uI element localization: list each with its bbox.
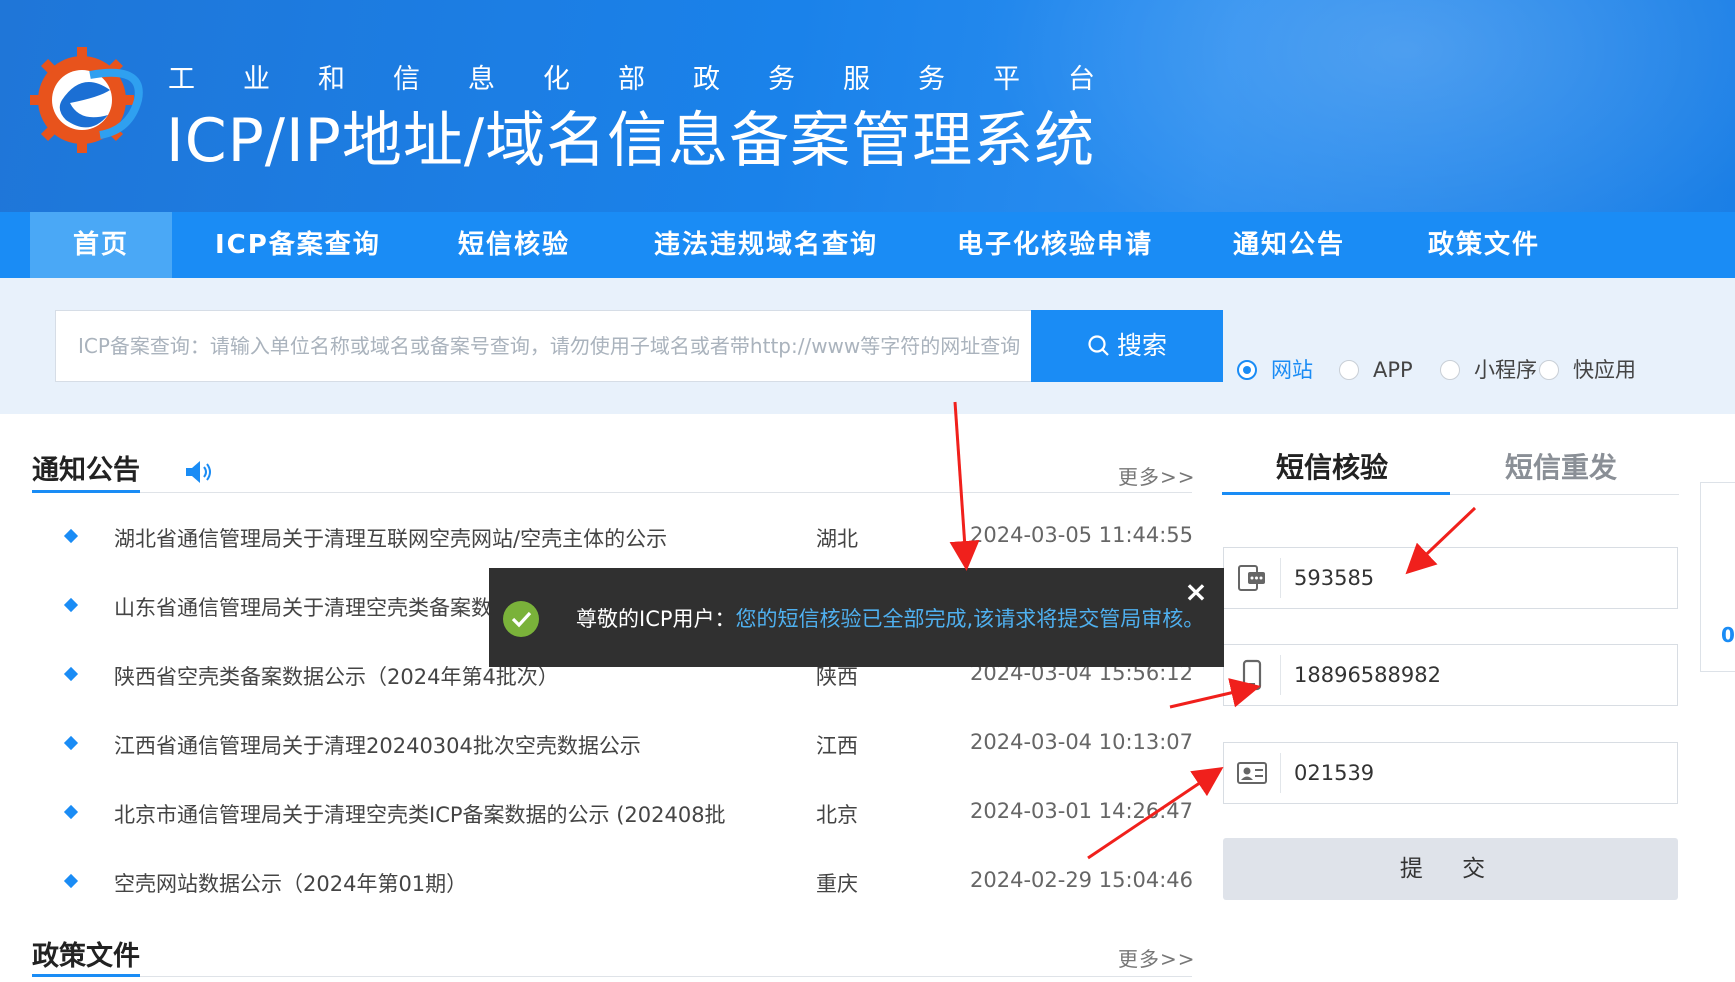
site-header: 工业和信息化部政务服务平台 ICP/IP地址/域名信息备案管理系统 bbox=[0, 0, 1735, 212]
nav-item-sms-verify[interactable]: 短信核验 bbox=[458, 212, 570, 278]
page-title: ICP/IP地址/域名信息备案管理系统 bbox=[166, 106, 1096, 176]
miit-logo-icon bbox=[30, 47, 143, 153]
notice-province: 江西 bbox=[816, 734, 858, 758]
notice-title[interactable]: 湖北省通信管理局关于清理互联网空壳网站/空壳主体的公示 bbox=[114, 523, 667, 553]
tab-sms-resend[interactable]: 短信重发 bbox=[1505, 446, 1617, 486]
nav-item-e-verify-apply[interactable]: 电子化核验申请 bbox=[957, 212, 1153, 278]
submit-button[interactable]: 提 交 bbox=[1223, 838, 1678, 900]
notices-title: 通知公告 bbox=[32, 455, 140, 486]
field-separator bbox=[1280, 753, 1281, 793]
nav-item-illegal-domain-query[interactable]: 违法违规域名查询 bbox=[654, 212, 878, 278]
diamond-bullet-icon bbox=[63, 873, 79, 889]
radio-mini-program[interactable]: 小程序 bbox=[1440, 356, 1537, 384]
search-button[interactable]: 搜索 bbox=[1031, 310, 1223, 382]
notice-province: 重庆 bbox=[816, 872, 858, 896]
notices-more-link[interactable]: 更多>> bbox=[1118, 461, 1196, 490]
mobile-phone-icon bbox=[1242, 659, 1262, 691]
notice-title[interactable]: 空壳网站数据公示（2024年第01期） bbox=[114, 868, 467, 898]
radio-label: APP bbox=[1373, 358, 1413, 382]
list-item[interactable]: 江西省通信管理局关于清理20240304批次空壳数据公示 江西 2024-03-… bbox=[60, 730, 1200, 770]
verification-code-value: 593585 bbox=[1294, 566, 1375, 590]
id-number-value: 021539 bbox=[1294, 761, 1375, 785]
search-icon bbox=[1088, 335, 1109, 356]
notice-province: 北京 bbox=[816, 803, 858, 827]
radio-unchecked-icon bbox=[1539, 360, 1559, 380]
tab-sms-verify[interactable]: 短信核验 bbox=[1276, 446, 1388, 486]
field-separator bbox=[1280, 655, 1281, 695]
toast-prefix: 尊敬的ICP用户： bbox=[576, 607, 736, 631]
notices-divider bbox=[32, 492, 1192, 493]
list-item[interactable]: 北京市通信管理局关于清理空壳类ICP备案数据的公示 (202408批 北京 20… bbox=[60, 799, 1200, 839]
search-button-label: 搜索 bbox=[1116, 331, 1167, 360]
notice-time: 2024-03-05 11:44:55 bbox=[970, 523, 1194, 547]
nav-item-policy[interactable]: 政策文件 bbox=[1428, 212, 1540, 278]
field-separator bbox=[1280, 558, 1281, 598]
id-number-field[interactable]: 021539 bbox=[1223, 742, 1678, 804]
success-toast: 尊敬的ICP用户：您的短信核验已全部完成,该请求将提交管局审核。 × bbox=[489, 568, 1224, 667]
notice-time: 2024-03-01 14:26:47 bbox=[970, 799, 1194, 823]
radio-website[interactable]: 网站 bbox=[1237, 356, 1313, 384]
side-floating-panel[interactable]: 0 bbox=[1700, 482, 1735, 672]
list-item[interactable]: 空壳网站数据公示（2024年第01期） 重庆 2024-02-29 15:04:… bbox=[60, 868, 1200, 908]
toast-message: 尊敬的ICP用户：您的短信核验已全部完成,该请求将提交管局审核。 bbox=[576, 568, 1204, 670]
policy-more-link[interactable]: 更多>> bbox=[1118, 943, 1196, 972]
radio-label: 小程序 bbox=[1474, 358, 1537, 382]
notice-title[interactable]: 江西省通信管理局关于清理20240304批次空壳数据公示 bbox=[114, 730, 641, 760]
radio-app[interactable]: APP bbox=[1339, 356, 1413, 384]
sms-active-tab-underline bbox=[1222, 492, 1450, 495]
radio-unchecked-icon bbox=[1440, 360, 1460, 380]
id-card-icon bbox=[1237, 762, 1267, 784]
policy-divider bbox=[32, 976, 1192, 977]
list-item[interactable]: 湖北省通信管理局关于清理互联网空壳网站/空壳主体的公示 湖北 2024-03-0… bbox=[60, 523, 1200, 563]
diamond-bullet-icon bbox=[63, 804, 79, 820]
radio-checked-icon bbox=[1237, 360, 1257, 380]
verification-code-field[interactable]: 593585 bbox=[1223, 547, 1678, 609]
side-panel-value: 0 bbox=[1721, 623, 1735, 647]
nav-item-icp-query[interactable]: ICP备案查询 bbox=[215, 212, 381, 278]
radio-unchecked-icon bbox=[1339, 360, 1359, 380]
diamond-bullet-icon bbox=[63, 528, 79, 544]
radio-label: 快应用 bbox=[1573, 358, 1636, 382]
check-circle-icon bbox=[503, 601, 539, 637]
nav-item-notices[interactable]: 通知公告 bbox=[1233, 212, 1345, 278]
policy-title: 政策文件 bbox=[32, 941, 140, 972]
radio-quick-app[interactable]: 快应用 bbox=[1539, 356, 1636, 384]
notice-title[interactable]: 山东省通信管理局关于清理空壳类备案数 bbox=[114, 592, 492, 622]
policy-title-underline bbox=[32, 974, 140, 977]
sms-code-icon bbox=[1238, 565, 1265, 591]
notice-province: 湖北 bbox=[816, 527, 858, 551]
diamond-bullet-icon bbox=[63, 666, 79, 682]
toast-highlight-text: 您的短信核验已全部完成,该请求将提交管局审核。 bbox=[735, 607, 1205, 631]
notice-time: 2024-02-29 15:04:46 bbox=[970, 868, 1194, 892]
phone-field[interactable]: 18896588982 bbox=[1223, 644, 1678, 706]
diamond-bullet-icon bbox=[63, 735, 79, 751]
speaker-icon bbox=[186, 461, 211, 483]
radio-label: 网站 bbox=[1271, 358, 1313, 382]
search-input[interactable]: ICP备案查询：请输入单位名称或域名或备案号查询，请勿使用子域名或者带http:… bbox=[55, 310, 1031, 382]
nav-item-home[interactable]: 首页 bbox=[30, 212, 172, 278]
main-nav: 首页 ICP备案查询 短信核验 违法违规域名查询 电子化核验申请 通知公告 政策… bbox=[0, 212, 1735, 278]
header-subtitle: 工业和信息化部政务服务平台 bbox=[168, 64, 1143, 95]
notice-title[interactable]: 北京市通信管理局关于清理空壳类ICP备案数据的公示 (202408批 bbox=[114, 799, 726, 829]
diamond-bullet-icon bbox=[63, 597, 79, 613]
notices-title-underline bbox=[32, 490, 140, 493]
phone-value: 18896588982 bbox=[1294, 663, 1441, 687]
notice-time: 2024-03-04 10:13:07 bbox=[970, 730, 1194, 754]
close-icon[interactable]: × bbox=[1182, 578, 1210, 606]
